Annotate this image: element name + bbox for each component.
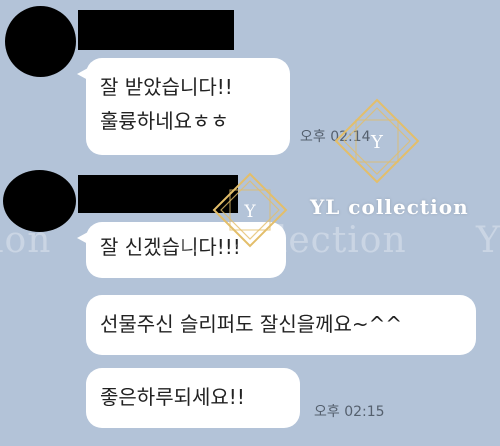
watermark-fragment-right: Y	[476, 220, 500, 261]
message-text: 좋은하루되세요!!	[100, 385, 245, 409]
message-bubble[interactable]: 선물주신 슬리퍼도 잘신을께요~^^	[86, 295, 476, 355]
watermark-brand: YL collection	[310, 195, 469, 219]
message-text: 훌륭하네요ㅎㅎ	[100, 109, 229, 133]
message-bubble[interactable]: 잘 받았습니다!! 훌륭하네요ㅎㅎ	[77, 58, 290, 155]
chat-screen: { "chat": { "messages": [ {"text": "잘 받았…	[0, 0, 500, 446]
message-timestamp: 오후 02:15	[314, 404, 385, 420]
message-text: 잘 받았습니다!!	[100, 75, 233, 99]
message-timestamp: 오후 02:14	[300, 129, 371, 145]
logo-letter: Y	[370, 132, 384, 153]
sender-name-redacted	[78, 175, 238, 213]
sender-avatar[interactable]	[5, 6, 76, 77]
message-bubble[interactable]: 잘 신겠습니다!!!	[77, 222, 286, 278]
message-text: 잘 신겠습니다!!!	[100, 235, 241, 259]
message-text: 선물주신 슬리퍼도 잘신을께요~^^	[100, 312, 403, 336]
sender-name-redacted	[78, 10, 234, 50]
sender-avatar[interactable]	[3, 170, 76, 232]
message-bubble[interactable]: 좋은하루되세요!!	[86, 368, 300, 428]
logo-letter: Y	[243, 202, 256, 222]
